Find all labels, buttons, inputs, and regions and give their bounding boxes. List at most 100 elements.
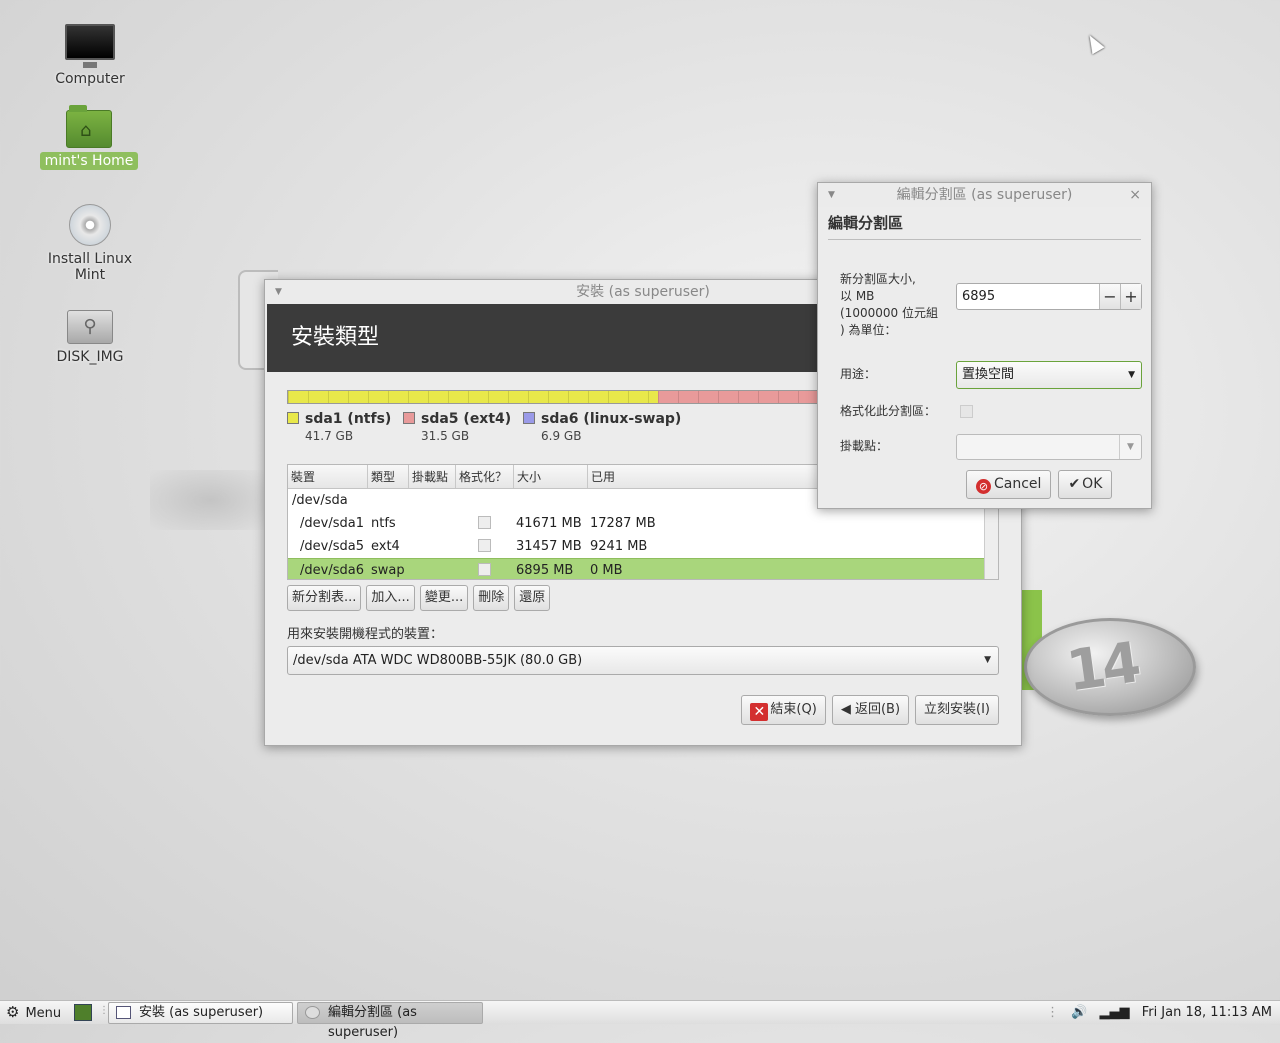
legend-swatch [403,412,415,424]
size-input[interactable]: 6895 [957,284,1099,309]
column-header[interactable]: 大小 [514,465,588,488]
cell-mount [409,512,456,535]
mint-14-badge: 14 [1024,618,1196,716]
use-as-label: 用途： [840,367,877,381]
clock[interactable]: Fri Jan 18, 11:13 AM [1142,1005,1272,1020]
show-desktop-icon[interactable] [74,1004,92,1021]
dialog-titlebar[interactable]: ▼ 編輯分割區 (as superuser) × [818,183,1151,207]
install-now-button[interactable]: 立刻安裝(I) [915,695,999,725]
decrement-button[interactable]: − [1099,284,1120,309]
cell-type: swap [371,563,405,578]
column-header[interactable]: 類型 [368,465,409,488]
task-installer[interactable]: 安裝 (as superuser) [108,1002,293,1024]
checkmark-icon: ✔ [1068,476,1081,492]
desktop-icon-computer[interactable]: Computer [30,24,150,88]
size-label-line: ) 為單位： [840,323,897,337]
legend-sda6: sda6 (linux-swap) 6.9 GB [523,411,681,443]
wallpaper-shadow [150,470,270,530]
back-button[interactable]: ◀ 返回(B) [831,695,910,725]
desktop-icon-install[interactable]: Install Linux Mint [30,204,150,284]
computer-icon [65,24,115,68]
bootloader-device-value: /dev/sda ATA WDC WD800BB-55JK (80.0 GB) [293,653,583,668]
quit-label: 結束(Q) [770,702,817,717]
desktop-icon-disk-img[interactable]: ⚲ DISK_IMG [30,310,150,366]
menu-button[interactable]: ⚙ Menu [6,1001,61,1025]
task-edit-partition[interactable]: 編輯分割區 (as superuser) [297,1002,483,1040]
dropdown-arrow-icon: ▼ [1128,370,1135,380]
partition-actions: 新分割表... 加入... 變更... 刪除 還原 [287,585,551,611]
back-arrow-icon: ◀ [840,702,855,717]
size-spinbox[interactable]: 6895 − + [956,283,1142,310]
table-row[interactable]: /dev/sda1 ntfs 41671 MB 17287 MB [288,512,998,535]
legend-sda1: sda1 (ntfs) 41.7 GB [287,411,391,443]
increment-button[interactable]: + [1120,284,1141,309]
bootloader-label: 用來安裝開機程式的裝置： [287,627,444,642]
cancel-icon: ⊘ [976,479,991,494]
cell-size: 41671 MB [516,516,582,531]
legend-name: sda5 (ext4) [421,411,512,427]
column-header[interactable]: 格式化？ [456,465,514,488]
use-as-value: 置換空間 [962,367,1015,382]
system-tray: ⋮ 🔊 ▂▄▆ Fri Jan 18, 11:13 AM [1046,1001,1280,1024]
window-menu-icon[interactable]: ▼ [275,280,282,304]
volume-icon[interactable]: 🔊 [1071,1005,1087,1020]
size-label: 新分割區大小, 以 MB (1000000 位元組 ) 為單位： [840,271,938,339]
dropdown-arrow-icon: ▼ [1119,435,1141,459]
cell-type: ext4 [371,539,400,554]
legend-size: 31.5 GB [421,429,470,443]
cancel-button[interactable]: ⊘ Cancel [966,470,1052,499]
network-icon[interactable]: ▂▄▆ [1100,1005,1130,1020]
quit-icon: ✕ [750,703,769,721]
cell-used: 17287 MB [590,516,656,531]
desktop-icon-home[interactable]: ⌂ mint's Home [29,105,149,170]
format-checkbox[interactable] [478,563,491,576]
close-icon[interactable]: × [1129,183,1141,207]
change-partition-button[interactable]: 變更... [419,585,469,611]
legend-swatch [287,412,299,424]
cell-device: /dev/sda1 [300,516,364,531]
legend-name: sda1 (ntfs) [305,411,392,427]
task-label: 編輯分割區 (as superuser) [328,1005,417,1040]
dialog-buttons: ⊘ Cancel ✔ OK [966,470,1113,499]
cell-mount [409,559,456,579]
gear-icon: ⚙ [6,1003,20,1021]
window-menu-icon[interactable]: ▼ [828,183,835,207]
table-row[interactable]: /dev/sda5 ext4 31457 MB 9241 MB [288,535,998,558]
mount-point-select[interactable]: ▼ [956,434,1142,460]
ok-button[interactable]: ✔ OK [1058,470,1113,499]
cell-used: 0 MB [590,563,623,578]
panel-separator: ⋮ [1046,1005,1060,1020]
cell-device: /dev/sda6 [300,563,364,578]
dialog-heading: 編輯分割區 [828,212,1141,240]
desktop-icon-label: DISK_IMG [56,349,124,365]
bootloader-device-select[interactable]: /dev/sda ATA WDC WD800BB-55JK (80.0 GB) … [287,646,999,675]
window-icon [116,1006,131,1019]
partition-segment-sda1 [288,391,658,403]
quit-button[interactable]: ✕ 結束(Q) [741,695,826,725]
column-header[interactable]: 掛載點 [409,465,456,488]
dropdown-arrow-icon: ▼ [984,655,991,665]
desktop-icon-label: Install Linux Mint [47,251,133,283]
format-checkbox[interactable] [478,539,491,552]
menu-label: Menu [25,1006,62,1021]
legend-size: 6.9 GB [541,429,582,443]
new-partition-table-button[interactable]: 新分割表... [287,585,362,611]
back-label: 返回(B) [854,702,901,717]
add-partition-button[interactable]: 加入... [366,585,415,611]
disc-icon [69,204,111,246]
use-as-select[interactable]: 置換空間 ▼ [956,361,1142,389]
cell-device: /dev/sda5 [300,539,364,554]
format-partition-checkbox[interactable] [960,405,973,418]
edit-partition-dialog: ▼ 編輯分割區 (as superuser) × 編輯分割區 新分割區大小, 以… [817,182,1152,509]
desktop-icon-label: Computer [55,71,125,87]
table-row-selected[interactable]: /dev/sda6 swap 6895 MB 0 MB [288,558,998,579]
task-label: 安裝 (as superuser) [139,1005,264,1020]
delete-partition-button[interactable]: 刪除 [473,585,510,611]
column-header[interactable]: 裝置 [288,465,368,488]
window-title: 安裝 (as superuser) [576,284,710,300]
home-folder-icon: ⌂ [66,105,112,148]
format-checkbox[interactable] [478,516,491,529]
revert-button[interactable]: 還原 [514,585,551,611]
cancel-label: Cancel [994,476,1042,492]
legend-name: sda6 (linux-swap) [541,411,682,427]
